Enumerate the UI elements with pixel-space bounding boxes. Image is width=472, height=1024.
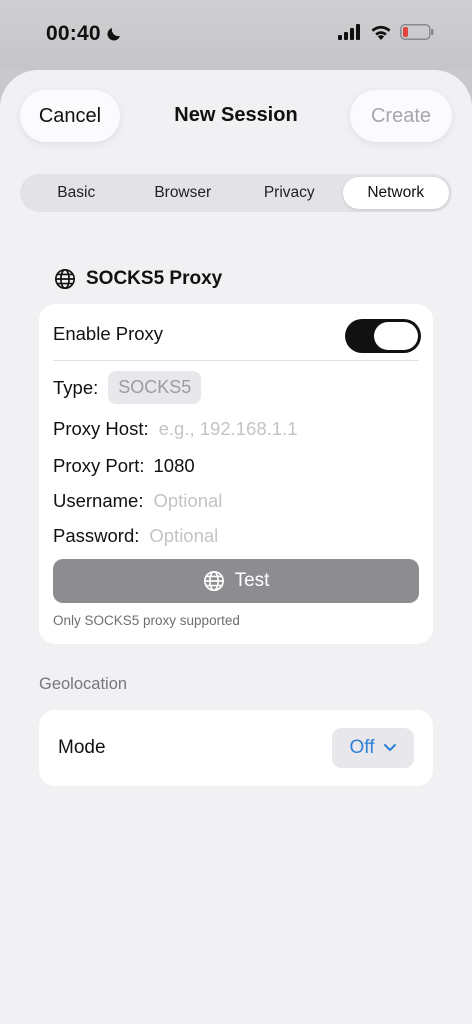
chevron-down-icon	[383, 744, 396, 751]
moon-icon	[107, 28, 120, 41]
enable-proxy-label: Enable Proxy	[53, 323, 164, 344]
username-label: Username:	[53, 490, 144, 511]
status-indicators	[338, 24, 434, 40]
clock-text: 00:40	[46, 22, 101, 45]
tab-basic[interactable]: Basic	[23, 177, 130, 209]
create-button[interactable]: Create	[350, 90, 452, 142]
proxy-card: Enable Proxy Type: SOCKS5 Proxy Host: e.…	[39, 304, 433, 644]
username-row: Username: Optional	[53, 490, 222, 512]
mode-label: Mode	[58, 737, 106, 758]
geolocation-mode-select[interactable]: Off	[332, 728, 414, 768]
password-label: Password:	[53, 525, 140, 546]
settings-tabs: Basic Browser Privacy Network	[20, 174, 452, 212]
mode-value: Off	[349, 737, 375, 758]
globe-icon	[55, 269, 75, 289]
username-input[interactable]: Optional	[153, 490, 222, 512]
geolocation-card: Mode Off	[39, 710, 433, 786]
proxy-host-row: Proxy Host: e.g., 192.168.1.1	[53, 418, 297, 440]
globe-icon	[203, 571, 224, 591]
toggle-knob	[374, 322, 418, 350]
proxy-hint: Only SOCKS5 proxy supported	[53, 613, 240, 628]
status-time: 00:40	[46, 22, 123, 46]
tab-browser[interactable]: Browser	[130, 177, 237, 209]
proxy-port-input[interactable]: 1080	[154, 455, 195, 477]
proxy-type-chip: SOCKS5	[108, 371, 202, 404]
cellular-signal-icon	[338, 24, 360, 40]
test-button-label: Test	[234, 570, 270, 591]
battery-icon	[400, 24, 434, 40]
proxy-host-input[interactable]: e.g., 192.168.1.1	[159, 418, 298, 440]
password-input[interactable]: Optional	[149, 525, 218, 547]
proxy-section-header: SOCKS5 Proxy	[54, 268, 222, 290]
enable-proxy-row: Enable Proxy	[53, 323, 163, 345]
type-label: Type:	[53, 376, 99, 398]
tab-privacy[interactable]: Privacy	[236, 177, 343, 209]
tab-network[interactable]: Network	[342, 177, 449, 209]
test-proxy-button[interactable]: Test	[53, 559, 419, 603]
new-session-sheet: Cancel New Session Create Basic Browser …	[0, 70, 472, 1024]
enable-proxy-toggle[interactable]	[345, 319, 421, 353]
wifi-icon	[371, 25, 391, 40]
host-label: Proxy Host:	[53, 418, 149, 439]
port-label: Proxy Port:	[53, 455, 145, 476]
proxy-port-row: Proxy Port: 1080	[53, 455, 195, 477]
proxy-section-title: SOCKS5 Proxy	[86, 268, 223, 289]
proxy-type-row: Type: SOCKS5	[53, 371, 202, 404]
divider	[53, 360, 419, 361]
password-row: Password: Optional	[53, 525, 218, 547]
status-bar: 00:40	[0, 0, 472, 70]
geolocation-section-label: Geolocation	[39, 675, 128, 693]
